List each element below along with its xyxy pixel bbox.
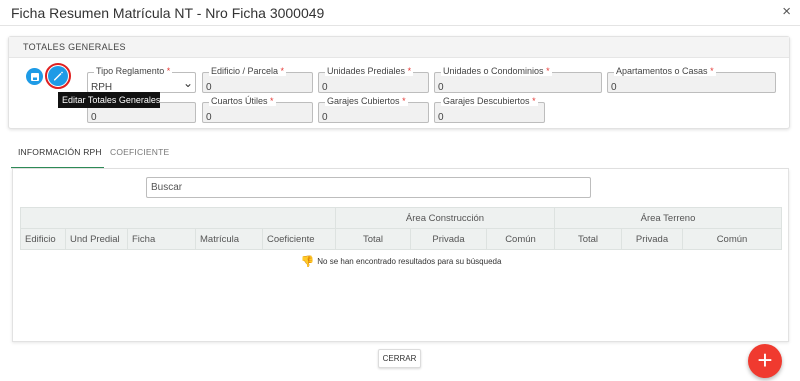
tipo-reglamento-select[interactable]: Tipo Reglamento * RPH ⌄ <box>87 66 196 93</box>
pencil-icon[interactable] <box>48 66 68 86</box>
tab-coeficiente[interactable]: COEFICIENTE <box>110 147 169 157</box>
tab-informacion-rph[interactable]: INFORMACIÓN RPH <box>18 147 102 157</box>
col-terreno-comun[interactable]: Común <box>682 228 782 250</box>
apartamentos-casas-field[interactable]: Apartamentos o Casas * 0 <box>607 66 776 93</box>
col-und-predial[interactable]: Und Predial <box>65 228 128 250</box>
dialog-title: Ficha Resumen Matrícula NT - Nro Ficha 3… <box>11 5 325 21</box>
tab-bar: INFORMACIÓN RPH COEFICIENTE <box>11 142 789 169</box>
cerrar-button[interactable]: CERRAR <box>378 349 421 368</box>
rph-table: Área Construcción Área Terreno Edificio … <box>20 207 782 274</box>
group-header-terreno: Área Terreno <box>554 207 782 229</box>
col-coeficiente[interactable]: Coeficiente <box>262 228 336 250</box>
empty-row: 👎 No se han encontrado resultados para su… <box>20 249 782 274</box>
cuartos-utiles-field[interactable]: Cuartos Útiles * 0 <box>202 96 313 123</box>
add-fab-button[interactable]: + <box>748 344 782 378</box>
col-terreno-total[interactable]: Total <box>554 228 622 250</box>
col-construccion-total[interactable]: Total <box>335 228 411 250</box>
group-header-construccion: Área Construcción <box>335 207 555 229</box>
unidades-prediales-field[interactable]: Unidades Prediales * 0 <box>318 66 429 93</box>
dialog-titlebar: Ficha Resumen Matrícula NT - Nro Ficha 3… <box>0 0 800 26</box>
empty-message: No se han encontrado resultados para su … <box>317 257 502 267</box>
garajes-descubiertos-field[interactable]: Garajes Descubiertos * 0 <box>434 96 545 123</box>
col-matricula[interactable]: Matrícula <box>195 228 263 250</box>
close-icon[interactable]: × <box>782 3 791 20</box>
garajes-cubiertos-field[interactable]: Garajes Cubiertos * 0 <box>318 96 429 123</box>
totales-title: TOTALES GENERALES <box>23 42 126 52</box>
chevron-down-icon: ⌄ <box>182 76 193 90</box>
unidades-condominios-field[interactable]: Unidades o Condominios * 0 <box>434 66 602 93</box>
col-ficha[interactable]: Ficha <box>127 228 196 250</box>
col-construccion-comun[interactable]: Común <box>486 228 555 250</box>
table-group-spacer <box>20 207 336 229</box>
totales-header: TOTALES GENERALES <box>9 37 789 58</box>
edificio-parcela-field[interactable]: Edificio / Parcela * 0 <box>202 66 313 93</box>
search-input[interactable]: Buscar <box>146 177 591 198</box>
col-terreno-privada[interactable]: Privada <box>621 228 683 250</box>
col-construccion-privada[interactable]: Privada <box>410 228 487 250</box>
save-icon[interactable] <box>26 68 43 85</box>
thumbs-down-icon: 👎 <box>300 256 315 269</box>
col-edificio[interactable]: Edificio <box>20 228 66 250</box>
edit-tooltip: Editar Totales Generales <box>58 92 160 108</box>
